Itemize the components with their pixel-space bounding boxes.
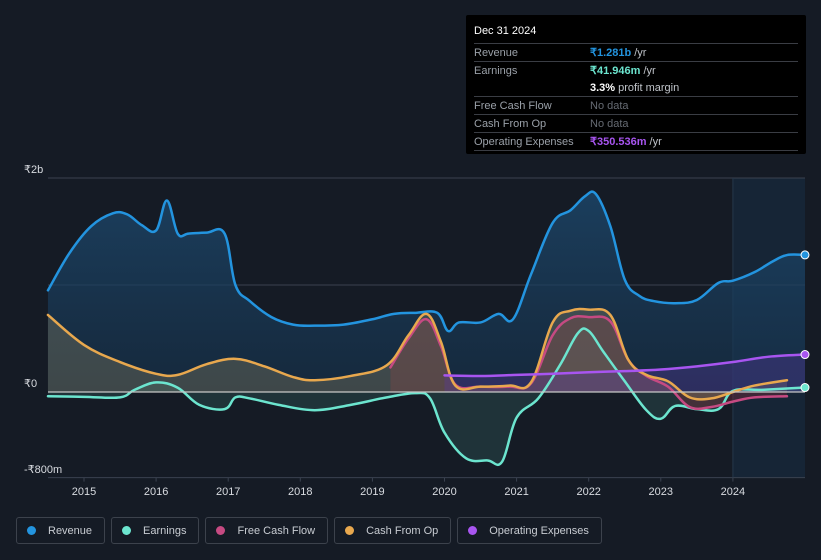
x-tick-label: 2015 [72, 486, 96, 498]
legend-label: Earnings [143, 524, 187, 537]
tooltip-row-value: No data [590, 100, 629, 112]
x-tick-label: 2024 [721, 486, 745, 498]
legend-item-revenue[interactable]: Revenue [16, 517, 106, 544]
x-tick-label: 2018 [288, 486, 312, 498]
tooltip-row: Earnings ₹41.946m/yr [474, 63, 798, 79]
x-tick-label: 2016 [144, 486, 168, 498]
legend-label: Operating Expenses [489, 524, 589, 537]
tooltip-row-label: Free Cash Flow [474, 100, 552, 112]
tooltip-row-label: Revenue [474, 47, 519, 59]
x-tick-label: 2023 [649, 486, 673, 498]
tooltip-row-value: No data [590, 118, 629, 130]
legend-dot-icon [27, 526, 36, 535]
tooltip-row-unit: /yr [649, 136, 662, 148]
tooltip-date: Dec 31 2024 [474, 23, 798, 44]
x-tick-label: 2021 [504, 486, 528, 498]
tooltip-row: 3.3% profit margin [474, 80, 798, 97]
legend-label: Cash From Op [366, 524, 439, 537]
tooltip-row-value: ₹350.536m [590, 136, 647, 148]
x-tick-label: 2017 [216, 486, 240, 498]
y-tick-label: -₹800m [24, 463, 63, 476]
tooltip-row-label [474, 80, 590, 96]
legend-item-cash-from-op[interactable]: Cash From Op [334, 517, 452, 544]
y-tick-label: ₹0 [24, 378, 38, 390]
legend: Revenue Earnings Free Cash Flow Cash From O… [16, 517, 602, 544]
tooltip-row-value: ₹1.281b [590, 47, 632, 59]
tooltip-row: Operating Expenses ₹350.536m/yr [474, 134, 798, 151]
operating-expenses-end-marker [800, 350, 810, 360]
tooltip-row-label: Cash From Op [474, 118, 547, 130]
legend-dot-icon [468, 526, 478, 535]
tooltip-row: Free Cash Flow No data [474, 98, 798, 115]
legend-item-operating-expenses[interactable]: Operating Expenses [457, 517, 602, 544]
tooltip-row-label: Operating Expenses [474, 136, 574, 148]
tooltip-row: Cash From Op No data [474, 116, 798, 133]
legend-item-free-cash-flow[interactable]: Free Cash Flow [205, 517, 329, 544]
legend-label: Revenue [48, 524, 93, 537]
legend-dot-icon [122, 526, 132, 535]
revenue-end-marker [800, 250, 810, 260]
x-tick-label: 2022 [576, 486, 600, 498]
tooltip-row-label: Earnings [474, 65, 518, 77]
legend-dot-icon [345, 526, 355, 535]
earnings-end-marker [800, 383, 810, 393]
x-tick-label: 2019 [360, 486, 384, 498]
tooltip-panel: Dec 31 2024 Revenue ₹1.281b/yr Earnings ₹41… [466, 15, 806, 154]
legend-item-earnings[interactable]: Earnings [111, 517, 200, 544]
x-tick-label: 2020 [432, 486, 456, 498]
tooltip-row-unit: /yr [634, 47, 647, 59]
tooltip-row-unit: profit margin [618, 82, 680, 94]
tooltip-row: Revenue ₹1.281b/yr [474, 45, 798, 62]
tooltip-row-value: ₹41.946m [590, 65, 641, 77]
y-tick-label: ₹2b [24, 164, 44, 176]
legend-dot-icon [216, 526, 226, 535]
legend-label: Free Cash Flow [237, 524, 316, 537]
tooltip-row-value: 3.3% [590, 82, 616, 94]
tooltip-row-unit: /yr [643, 65, 656, 77]
